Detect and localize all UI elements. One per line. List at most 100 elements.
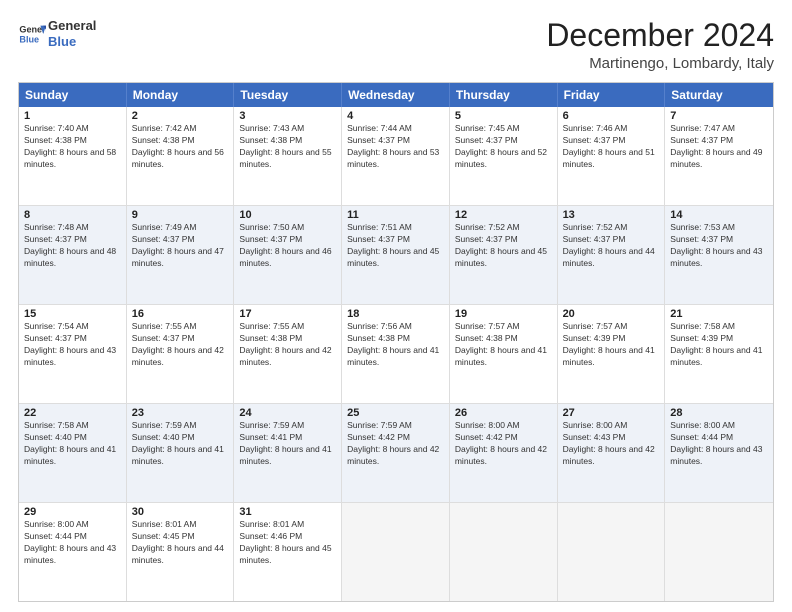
sunset-text: Sunset: 4:37 PM xyxy=(455,135,552,147)
sunset-text: Sunset: 4:38 PM xyxy=(239,333,336,345)
sunrise-text: Sunrise: 7:50 AM xyxy=(239,222,336,234)
header-wednesday: Wednesday xyxy=(342,83,450,107)
header-thursday: Thursday xyxy=(450,83,558,107)
sunset-text: Sunset: 4:42 PM xyxy=(455,432,552,444)
sunset-text: Sunset: 4:37 PM xyxy=(670,135,768,147)
daylight-text: Daylight: 8 hours and 41 minutes. xyxy=(455,345,552,369)
sunrise-text: Sunrise: 8:00 AM xyxy=(670,420,768,432)
cell-week3-day4: 18 Sunrise: 7:56 AM Sunset: 4:38 PM Dayl… xyxy=(342,305,450,403)
sunset-text: Sunset: 4:40 PM xyxy=(132,432,229,444)
logo: General Blue General Blue xyxy=(18,18,96,49)
cell-week3-day5: 19 Sunrise: 7:57 AM Sunset: 4:38 PM Dayl… xyxy=(450,305,558,403)
day-number: 28 xyxy=(670,407,768,419)
sunrise-text: Sunrise: 7:53 AM xyxy=(670,222,768,234)
sunset-text: Sunset: 4:39 PM xyxy=(670,333,768,345)
cell-week5-day2: 30 Sunrise: 8:01 AM Sunset: 4:45 PM Dayl… xyxy=(127,503,235,601)
daylight-text: Daylight: 8 hours and 45 minutes. xyxy=(347,246,444,270)
day-number: 24 xyxy=(239,407,336,419)
sunrise-text: Sunrise: 7:58 AM xyxy=(24,420,121,432)
day-number: 7 xyxy=(670,110,768,122)
sunrise-text: Sunrise: 7:57 AM xyxy=(455,321,552,333)
sunset-text: Sunset: 4:37 PM xyxy=(132,234,229,246)
daylight-text: Daylight: 8 hours and 41 minutes. xyxy=(24,444,121,468)
sunrise-text: Sunrise: 7:45 AM xyxy=(455,123,552,135)
day-number: 16 xyxy=(132,308,229,320)
day-number: 4 xyxy=(347,110,444,122)
sunrise-text: Sunrise: 7:55 AM xyxy=(239,321,336,333)
calendar: Sunday Monday Tuesday Wednesday Thursday… xyxy=(18,82,774,602)
day-number: 26 xyxy=(455,407,552,419)
daylight-text: Daylight: 8 hours and 52 minutes. xyxy=(455,147,552,171)
sunset-text: Sunset: 4:39 PM xyxy=(563,333,660,345)
sunrise-text: Sunrise: 7:58 AM xyxy=(670,321,768,333)
header-friday: Friday xyxy=(558,83,666,107)
cell-week2-day4: 11 Sunrise: 7:51 AM Sunset: 4:37 PM Dayl… xyxy=(342,206,450,304)
sunrise-text: Sunrise: 8:01 AM xyxy=(132,519,229,531)
daylight-text: Daylight: 8 hours and 58 minutes. xyxy=(24,147,121,171)
daylight-text: Daylight: 8 hours and 42 minutes. xyxy=(563,444,660,468)
daylight-text: Daylight: 8 hours and 44 minutes. xyxy=(132,543,229,567)
sunrise-text: Sunrise: 7:57 AM xyxy=(563,321,660,333)
day-number: 1 xyxy=(24,110,121,122)
daylight-text: Daylight: 8 hours and 43 minutes. xyxy=(24,345,121,369)
week-row-5: 29 Sunrise: 8:00 AM Sunset: 4:44 PM Dayl… xyxy=(19,502,773,601)
daylight-text: Daylight: 8 hours and 45 minutes. xyxy=(455,246,552,270)
daylight-text: Daylight: 8 hours and 41 minutes. xyxy=(670,345,768,369)
logo-line1: General xyxy=(48,18,96,34)
cell-week4-day1: 22 Sunrise: 7:58 AM Sunset: 4:40 PM Dayl… xyxy=(19,404,127,502)
sunrise-text: Sunrise: 7:54 AM xyxy=(24,321,121,333)
cell-week2-day7: 14 Sunrise: 7:53 AM Sunset: 4:37 PM Dayl… xyxy=(665,206,773,304)
sunrise-text: Sunrise: 7:40 AM xyxy=(24,123,121,135)
daylight-text: Daylight: 8 hours and 49 minutes. xyxy=(670,147,768,171)
sunrise-text: Sunrise: 8:01 AM xyxy=(239,519,336,531)
daylight-text: Daylight: 8 hours and 43 minutes. xyxy=(670,246,768,270)
sunset-text: Sunset: 4:38 PM xyxy=(455,333,552,345)
logo-line2: Blue xyxy=(48,34,96,50)
logo-text: General Blue xyxy=(48,18,96,49)
daylight-text: Daylight: 8 hours and 41 minutes. xyxy=(132,444,229,468)
day-number: 15 xyxy=(24,308,121,320)
sunrise-text: Sunrise: 7:43 AM xyxy=(239,123,336,135)
day-number: 8 xyxy=(24,209,121,221)
cell-week5-day1: 29 Sunrise: 8:00 AM Sunset: 4:44 PM Dayl… xyxy=(19,503,127,601)
day-number: 3 xyxy=(239,110,336,122)
sunrise-text: Sunrise: 7:51 AM xyxy=(347,222,444,234)
header-monday: Monday xyxy=(127,83,235,107)
cell-week2-day5: 12 Sunrise: 7:52 AM Sunset: 4:37 PM Dayl… xyxy=(450,206,558,304)
sunrise-text: Sunrise: 7:42 AM xyxy=(132,123,229,135)
cell-week1-day4: 4 Sunrise: 7:44 AM Sunset: 4:37 PM Dayli… xyxy=(342,107,450,205)
day-number: 27 xyxy=(563,407,660,419)
daylight-text: Daylight: 8 hours and 42 minutes. xyxy=(455,444,552,468)
sunset-text: Sunset: 4:37 PM xyxy=(563,234,660,246)
sunset-text: Sunset: 4:44 PM xyxy=(670,432,768,444)
sunset-text: Sunset: 4:38 PM xyxy=(347,333,444,345)
cell-week4-day7: 28 Sunrise: 8:00 AM Sunset: 4:44 PM Dayl… xyxy=(665,404,773,502)
day-number: 10 xyxy=(239,209,336,221)
sunrise-text: Sunrise: 7:49 AM xyxy=(132,222,229,234)
sunset-text: Sunset: 4:37 PM xyxy=(24,333,121,345)
daylight-text: Daylight: 8 hours and 43 minutes. xyxy=(24,543,121,567)
cell-week3-day2: 16 Sunrise: 7:55 AM Sunset: 4:37 PM Dayl… xyxy=(127,305,235,403)
daylight-text: Daylight: 8 hours and 53 minutes. xyxy=(347,147,444,171)
daylight-text: Daylight: 8 hours and 45 minutes. xyxy=(239,543,336,567)
cell-week5-day3: 31 Sunrise: 8:01 AM Sunset: 4:46 PM Dayl… xyxy=(234,503,342,601)
sunset-text: Sunset: 4:45 PM xyxy=(132,531,229,543)
cell-week5-day5 xyxy=(450,503,558,601)
sunset-text: Sunset: 4:43 PM xyxy=(563,432,660,444)
cell-week3-day1: 15 Sunrise: 7:54 AM Sunset: 4:37 PM Dayl… xyxy=(19,305,127,403)
week-row-2: 8 Sunrise: 7:48 AM Sunset: 4:37 PM Dayli… xyxy=(19,205,773,304)
month-title: December 2024 xyxy=(546,18,774,53)
cell-week4-day6: 27 Sunrise: 8:00 AM Sunset: 4:43 PM Dayl… xyxy=(558,404,666,502)
day-number: 11 xyxy=(347,209,444,221)
svg-text:Blue: Blue xyxy=(19,34,39,44)
sunrise-text: Sunrise: 7:52 AM xyxy=(563,222,660,234)
day-number: 2 xyxy=(132,110,229,122)
day-number: 5 xyxy=(455,110,552,122)
day-number: 23 xyxy=(132,407,229,419)
sunset-text: Sunset: 4:37 PM xyxy=(563,135,660,147)
sunset-text: Sunset: 4:37 PM xyxy=(347,135,444,147)
sunset-text: Sunset: 4:37 PM xyxy=(24,234,121,246)
cell-week4-day5: 26 Sunrise: 8:00 AM Sunset: 4:42 PM Dayl… xyxy=(450,404,558,502)
sunrise-text: Sunrise: 7:44 AM xyxy=(347,123,444,135)
sunset-text: Sunset: 4:38 PM xyxy=(239,135,336,147)
